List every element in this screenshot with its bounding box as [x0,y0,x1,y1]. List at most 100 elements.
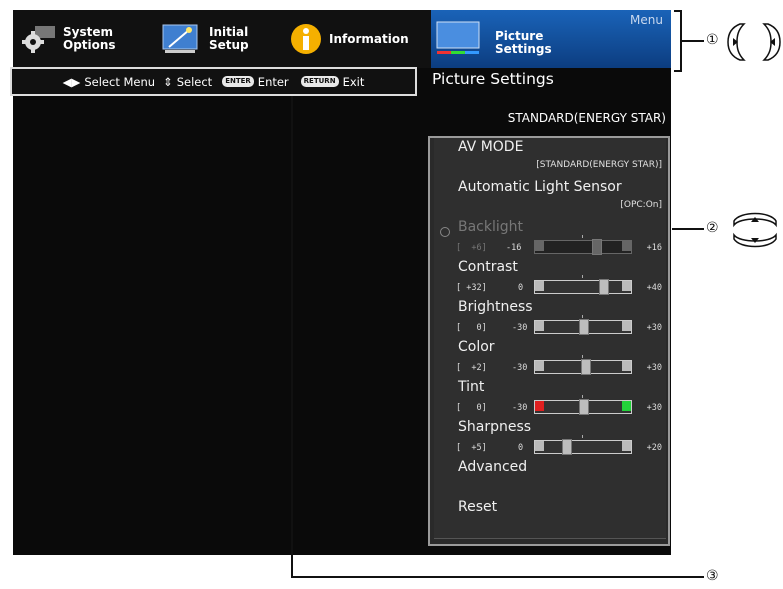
setting-name: Color [458,339,495,355]
setting-value: [ +2] [456,363,487,373]
callout-line [674,10,682,12]
tab-picture-settings[interactable]: Picture Settings Menu [431,10,671,68]
tab-label: Picture Settings [495,29,552,56]
setting-color[interactable]: Color [ +2] -30 +30 [434,338,666,379]
callout-line [291,576,704,578]
current-mode-label: STANDARD(ENERGY STAR) [507,111,666,125]
slider-min: -16 [506,243,522,253]
setting-av-mode[interactable]: AV MODE [STANDARD(ENERGY STAR)] [434,138,666,179]
setting-reset[interactable]: Reset [434,498,666,539]
setup-wand-icon [162,24,198,53]
tint-slider[interactable] [534,395,632,415]
slider-min: 0 [518,443,524,453]
tab-system-options[interactable]: System Options [21,10,141,68]
slider-knob[interactable] [579,319,589,335]
settings-list: AV MODE [STANDARD(ENERGY STAR)] Automati… [428,136,670,546]
setting-name: Tint [458,379,485,395]
up-down-arrows-icon: ⇕ [163,74,173,89]
setting-name: Sharpness [458,419,532,435]
return-key-icon: RETURN [300,76,339,87]
key-guide: ◀▶ Select Menu ⇕ Select ENTER Enter RETU… [10,67,417,96]
slider-max: +16 [646,243,662,253]
setting-value: [ +32] [456,283,487,293]
slider-max: +40 [646,283,662,293]
backlight-slider [534,235,632,255]
callout-line [674,70,682,72]
info-icon [291,24,321,54]
left-arrow-icon [535,281,544,291]
disabled-icon [440,227,450,237]
left-arrow-icon [535,441,544,451]
setting-value: [STANDARD(ENERGY STAR)] [536,160,662,170]
callout-line [291,96,293,578]
guide-enter: Enter [257,74,289,89]
sharpness-slider[interactable] [534,435,632,455]
tab-label: Initial Setup [209,25,249,52]
slider-knob[interactable] [562,439,572,455]
left-arrow-icon [535,321,544,331]
setting-contrast[interactable]: Contrast [ +32] 0 +40 [434,258,666,299]
left-right-arrows-icon: ◀▶ [62,74,81,89]
right-arrow-icon [622,241,631,251]
page-title: Picture Settings [432,70,554,88]
picture-icon [436,21,480,54]
setting-backlight: Backlight [ +6] -16 +16 [434,218,666,259]
color-slider[interactable] [534,355,632,375]
slider-max: +30 [646,323,662,333]
tab-initial-setup[interactable]: Initial Setup [159,10,269,68]
setting-name: Reset [458,499,498,515]
red-left-arrow-icon [535,401,544,411]
setting-advanced[interactable]: Advanced [434,458,666,499]
gear-icon [22,26,55,53]
guide-select-menu: Select Menu [84,74,156,89]
enter-key-icon: ENTER [222,76,254,87]
slider-min: -30 [512,403,528,413]
right-arrow-icon [622,281,631,291]
callout-number-1: ① [706,32,719,48]
setting-value: [ 0] [456,323,487,333]
slider-max: +20 [646,443,662,453]
setting-value: [ 0] [456,403,487,413]
slider-knob[interactable] [599,279,610,295]
tab-information[interactable]: Information [289,10,429,68]
contrast-slider[interactable] [534,275,632,295]
slider-knob[interactable] [579,399,589,415]
right-arrow-icon [622,321,631,331]
setting-name: AV MODE [458,139,524,155]
green-right-arrow-icon [622,401,631,411]
right-arrow-icon [622,441,631,451]
slider-knob[interactable] [581,359,592,375]
setting-name: Automatic Light Sensor [458,179,622,195]
setting-name: Advanced [458,459,528,475]
slider-max: +30 [646,403,662,413]
callout-line [682,40,704,42]
setting-sharpness[interactable]: Sharpness [ +5] 0 +20 [434,418,666,459]
callout-line [672,228,704,230]
setting-name: Backlight [458,219,524,235]
guide-select: Select [176,74,213,89]
setting-value: [ +5] [456,443,487,453]
setting-value: [ +6] [456,243,487,253]
up-down-buttons-icon [733,212,777,248]
left-right-buttons-icon [727,23,781,61]
slider-min: -30 [512,323,528,333]
left-arrow-icon [535,241,544,251]
tab-label: System Options [63,25,116,52]
callout-number-3: ③ [706,568,719,584]
slider-min: 0 [518,283,524,293]
slider-min: -30 [512,363,528,373]
brightness-slider[interactable] [534,315,632,335]
setting-brightness[interactable]: Brightness [ 0] -30 +30 [434,298,666,339]
slider-knob [591,239,602,255]
callout-number-2: ② [706,220,719,236]
setting-name: Brightness [458,299,533,315]
setting-tint[interactable]: Tint [ 0] -30 +30 [434,378,666,419]
slider-max: +30 [646,363,662,373]
left-arrow-icon [535,361,544,371]
menu-title: Menu [630,13,663,27]
guide-exit: Exit [342,74,365,89]
right-arrow-icon [622,361,631,371]
setting-name: Contrast [458,259,518,275]
setting-automatic-light-sensor[interactable]: Automatic Light Sensor [OPC:On] [434,178,666,219]
setting-value: [OPC:On] [620,200,662,210]
